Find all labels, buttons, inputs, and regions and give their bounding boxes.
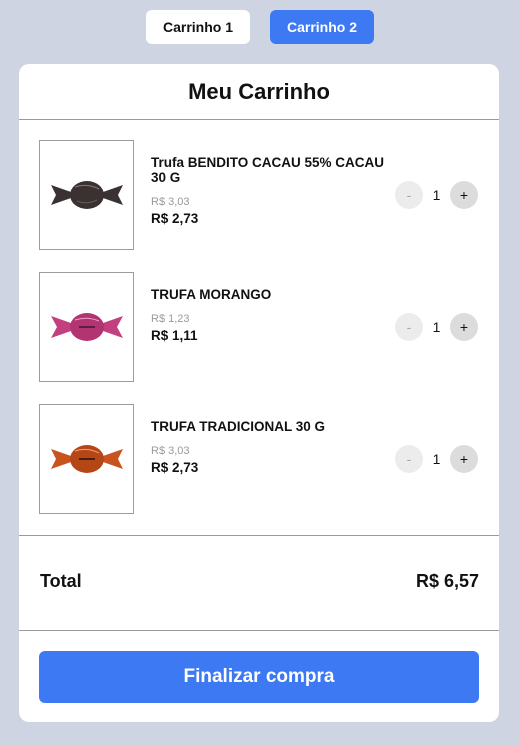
decrease-quantity-button[interactable]: -	[395, 313, 423, 341]
decrease-quantity-button[interactable]: -	[395, 445, 423, 473]
total-label: Total	[40, 571, 82, 591]
cart-card: Meu Carrinho Trufa BENDITO CACAU 55% CAC…	[19, 64, 499, 722]
truffle-icon	[50, 181, 123, 209]
decrease-quantity-button[interactable]: -	[395, 181, 423, 209]
item-old-price: R$ 3,03	[151, 196, 190, 208]
quantity-value: 1	[432, 187, 441, 203]
tab-carrinho-1[interactable]: Carrinho 1	[146, 10, 250, 44]
checkout-divider	[19, 630, 499, 631]
truffle-icon	[50, 313, 123, 341]
item-old-price: R$ 1,23	[151, 313, 190, 325]
item-info: TRUFA MORANGO R$ 1,23 R$ 1,11	[151, 287, 401, 343]
total-value: R$ 6,57	[415, 571, 479, 591]
product-image	[39, 140, 134, 250]
item-info: TRUFA TRADICIONAL 30 G R$ 3,03 R$ 2,73	[151, 419, 401, 475]
product-image	[39, 272, 134, 382]
quantity-stepper: - 1 +	[395, 181, 478, 209]
item-price: R$ 2,73	[151, 211, 199, 226]
truffle-icon	[50, 445, 123, 473]
quantity-value: 1	[432, 319, 441, 335]
item-old-price: R$ 3,03	[151, 445, 190, 457]
increase-quantity-button[interactable]: +	[450, 313, 478, 341]
item-price: R$ 1,11	[151, 328, 198, 343]
item-info: Trufa BENDITO CACAU 55% CACAU 30 G R$ 3,…	[151, 155, 401, 226]
quantity-stepper: - 1 +	[395, 445, 478, 473]
cart-title: Meu Carrinho	[19, 64, 499, 120]
cart-items-list: Trufa BENDITO CACAU 55% CACAU 30 G R$ 3,…	[19, 120, 499, 514]
cart-item: TRUFA MORANGO R$ 1,23 R$ 1,11 - 1 +	[19, 272, 499, 382]
total-row: Total R$ 6,57	[40, 571, 479, 592]
item-name: TRUFA TRADICIONAL 30 G	[151, 419, 326, 434]
cart-item: Trufa BENDITO CACAU 55% CACAU 30 G R$ 3,…	[19, 140, 499, 250]
product-image	[39, 404, 134, 514]
total-divider	[19, 535, 499, 536]
cart-tabs: Carrinho 1 Carrinho 2	[0, 10, 520, 44]
tab-carrinho-2[interactable]: Carrinho 2	[270, 10, 374, 44]
increase-quantity-button[interactable]: +	[450, 445, 478, 473]
quantity-stepper: - 1 +	[395, 313, 478, 341]
item-name: TRUFA MORANGO	[151, 287, 272, 302]
checkout-button[interactable]: Finalizar compra	[39, 651, 479, 703]
cart-item: TRUFA TRADICIONAL 30 G R$ 3,03 R$ 2,73 -…	[19, 404, 499, 514]
item-price: R$ 2,73	[151, 460, 199, 475]
increase-quantity-button[interactable]: +	[450, 181, 478, 209]
quantity-value: 1	[432, 451, 441, 467]
item-name: Trufa BENDITO CACAU 55% CACAU 30 G	[151, 155, 385, 185]
